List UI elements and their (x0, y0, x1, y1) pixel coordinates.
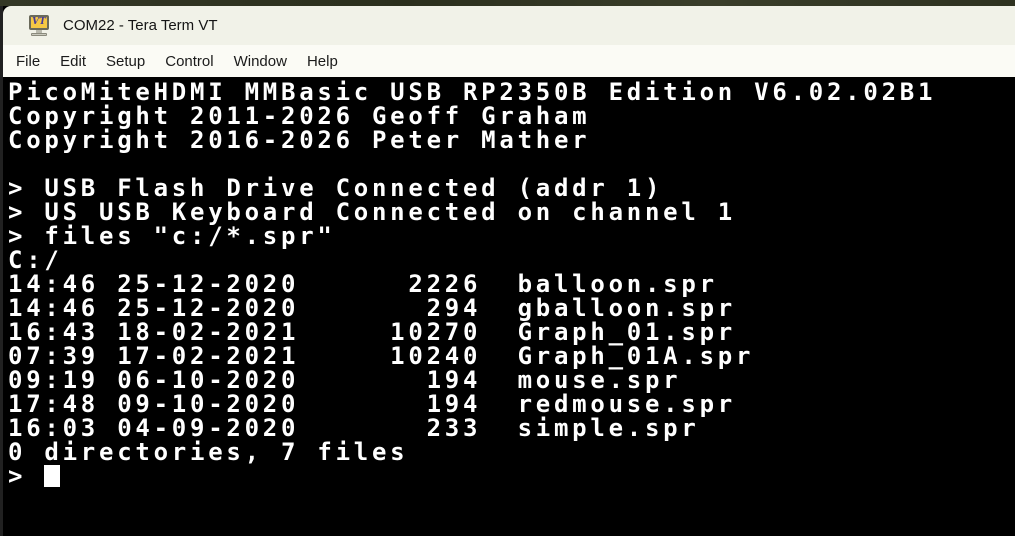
tera-term-vt-icon: VT (28, 15, 50, 37)
tera-term-window: VT COM22 - Tera Term VT FileEditSetupCon… (3, 6, 1015, 536)
terminal-line: 16:43 18-02-2021 10270 Graph_01.spr (8, 320, 1015, 344)
terminal-line: > USB Flash Drive Connected (addr 1) (8, 176, 1015, 200)
menu-item-help[interactable]: Help (297, 49, 348, 74)
terminal-line: 16:03 04-09-2020 233 simple.spr (8, 416, 1015, 440)
terminal-line: 14:46 25-12-2020 294 gballoon.spr (8, 296, 1015, 320)
terminal-line: 09:19 06-10-2020 194 mouse.spr (8, 368, 1015, 392)
terminal-line: > US USB Keyboard Connected on channel 1 (8, 200, 1015, 224)
window-title: COM22 - Tera Term VT (63, 17, 217, 34)
vt-icon-base (31, 33, 47, 36)
menu-item-setup[interactable]: Setup (96, 49, 155, 74)
terminal-line (8, 152, 1015, 176)
terminal-line: 0 directories, 7 files (8, 440, 1015, 464)
terminal-line: 07:39 17-02-2021 10240 Graph_01A.spr (8, 344, 1015, 368)
menu-item-control[interactable]: Control (155, 49, 223, 74)
terminal-line: > files "c:/*.spr" (8, 224, 1015, 248)
terminal-screen[interactable]: PicoMiteHDMI MMBasic USB RP2350B Edition… (3, 77, 1015, 536)
menu-bar: FileEditSetupControlWindowHelp (3, 45, 1015, 77)
terminal-line: C:/ (8, 248, 1015, 272)
terminal-line: 14:46 25-12-2020 2226 balloon.spr (8, 272, 1015, 296)
title-bar[interactable]: VT COM22 - Tera Term VT (3, 6, 1015, 45)
vt-icon-screen: VT (29, 15, 49, 30)
terminal-line: Copyright 2011-2026 Geoff Graham (8, 104, 1015, 128)
terminal-line: 17:48 09-10-2020 194 redmouse.spr (8, 392, 1015, 416)
menu-item-edit[interactable]: Edit (50, 49, 96, 74)
menu-item-file[interactable]: File (6, 49, 50, 74)
terminal-line: PicoMiteHDMI MMBasic USB RP2350B Edition… (8, 80, 1015, 104)
terminal-line: > (8, 464, 1015, 488)
menu-item-window[interactable]: Window (224, 49, 297, 74)
terminal-cursor (44, 465, 60, 487)
terminal-line: Copyright 2016-2026 Peter Mather (8, 128, 1015, 152)
